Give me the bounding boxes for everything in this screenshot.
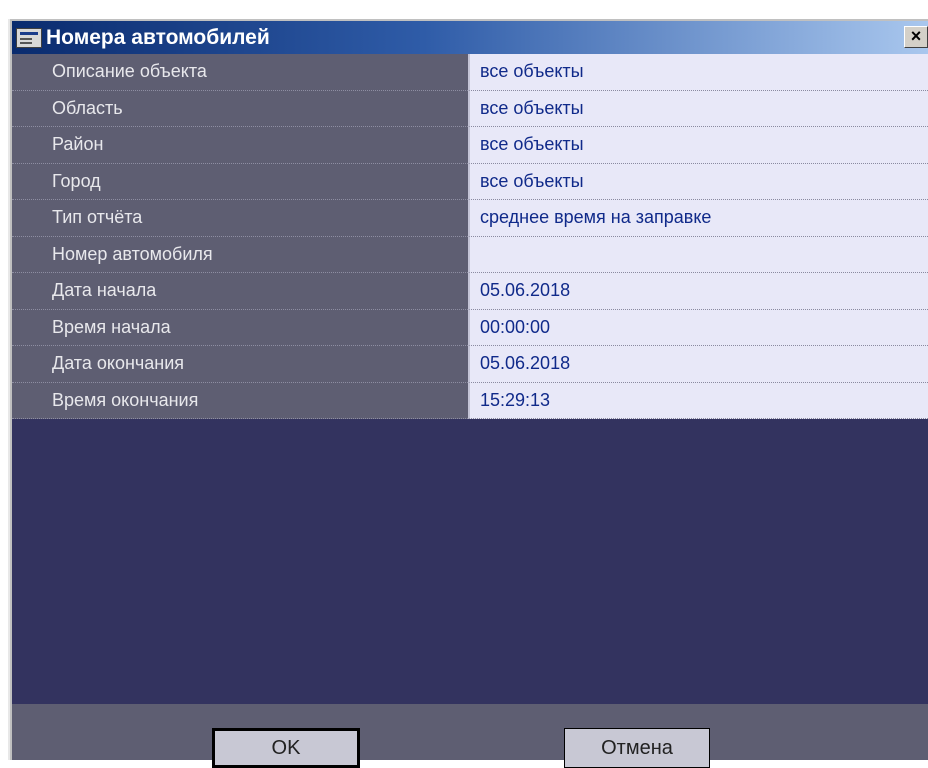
property-value[interactable]: 05.06.2018 bbox=[468, 273, 928, 310]
property-row-start-date[interactable]: Дата начала 05.06.2018 bbox=[12, 273, 928, 310]
property-value[interactable]: 00:00:00 bbox=[468, 309, 928, 346]
property-row-object-description[interactable]: Описание объекта все объекты bbox=[12, 54, 928, 91]
cancel-button[interactable]: Отмена bbox=[564, 728, 710, 768]
property-label: Дата окончания bbox=[12, 346, 468, 383]
property-label: Время окончания bbox=[12, 382, 468, 419]
ok-button[interactable]: OK bbox=[212, 728, 360, 768]
property-row-report-type[interactable]: Тип отчёта среднее время на заправке bbox=[12, 200, 928, 237]
property-row-city[interactable]: Город все объекты bbox=[12, 163, 928, 200]
property-value[interactable]: все объекты bbox=[468, 127, 928, 164]
property-row-end-time[interactable]: Время окончания 15:29:13 bbox=[12, 382, 928, 419]
property-value[interactable]: все объекты bbox=[468, 54, 928, 91]
property-label: Область bbox=[12, 90, 468, 127]
property-label: Номер автомобиля bbox=[12, 236, 468, 273]
property-label: Район bbox=[12, 127, 468, 164]
properties-grid: Описание объекта все объекты Область все… bbox=[12, 54, 928, 419]
property-description-area bbox=[12, 419, 928, 704]
property-label: Дата начала bbox=[12, 273, 468, 310]
property-label: Описание объекта bbox=[12, 54, 468, 91]
property-row-district[interactable]: Район все объекты bbox=[12, 127, 928, 164]
property-label: Время начала bbox=[12, 309, 468, 346]
property-label: Город bbox=[12, 163, 468, 200]
property-row-end-date[interactable]: Дата окончания 05.06.2018 bbox=[12, 346, 928, 383]
dialog-window: Номера автомобилей × Описание объекта вс… bbox=[8, 19, 928, 768]
close-button[interactable]: × bbox=[904, 26, 928, 48]
window-app-icon bbox=[16, 27, 42, 48]
property-value[interactable]: все объекты bbox=[468, 163, 928, 200]
dialog-footer: OK Отмена bbox=[12, 704, 928, 768]
property-value[interactable]: среднее время на заправке bbox=[468, 200, 928, 237]
property-label: Тип отчёта bbox=[12, 200, 468, 237]
title-bar[interactable]: Номера автомобилей × bbox=[12, 21, 928, 54]
property-row-start-time[interactable]: Время начала 00:00:00 bbox=[12, 309, 928, 346]
property-value[interactable]: 05.06.2018 bbox=[468, 346, 928, 383]
property-value[interactable]: 15:29:13 bbox=[468, 382, 928, 419]
property-value[interactable] bbox=[468, 236, 928, 273]
property-row-vehicle-number[interactable]: Номер автомобиля bbox=[12, 236, 928, 273]
property-row-region[interactable]: Область все объекты bbox=[12, 90, 928, 127]
window-title: Номера автомобилей bbox=[46, 25, 270, 49]
property-value[interactable]: все объекты bbox=[468, 90, 928, 127]
